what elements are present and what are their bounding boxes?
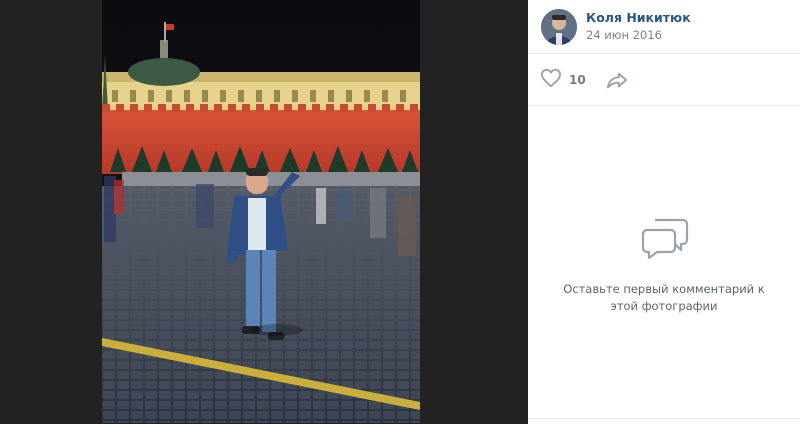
empty-comments-text: Оставьте первый комментарий к этой фотог… — [563, 282, 765, 313]
photo-sidepanel: Коля Никитюк 24 июн 2016 10 Оставьте пер… — [528, 0, 800, 424]
photo-actions: 10 — [528, 54, 800, 106]
share-arrow-icon — [606, 72, 628, 94]
author-name[interactable]: Коля Никитюк — [586, 10, 691, 25]
photo[interactable] — [102, 0, 420, 423]
avatar[interactable] — [541, 9, 577, 45]
photo-viewer — [0, 0, 528, 423]
comments-bubbles-icon — [641, 216, 689, 260]
share-button[interactable] — [606, 70, 628, 90]
comments-empty-state: Оставьте первый комментарий к этой фотог… — [528, 106, 800, 418]
comment-input-edge — [528, 418, 800, 424]
post-date[interactable]: 24 июн 2016 — [586, 28, 662, 42]
like-count: 10 — [569, 73, 586, 87]
heart-outline-icon — [540, 68, 562, 92]
author-header: Коля Никитюк 24 июн 2016 — [528, 0, 800, 54]
like-button[interactable]: 10 — [540, 68, 586, 92]
